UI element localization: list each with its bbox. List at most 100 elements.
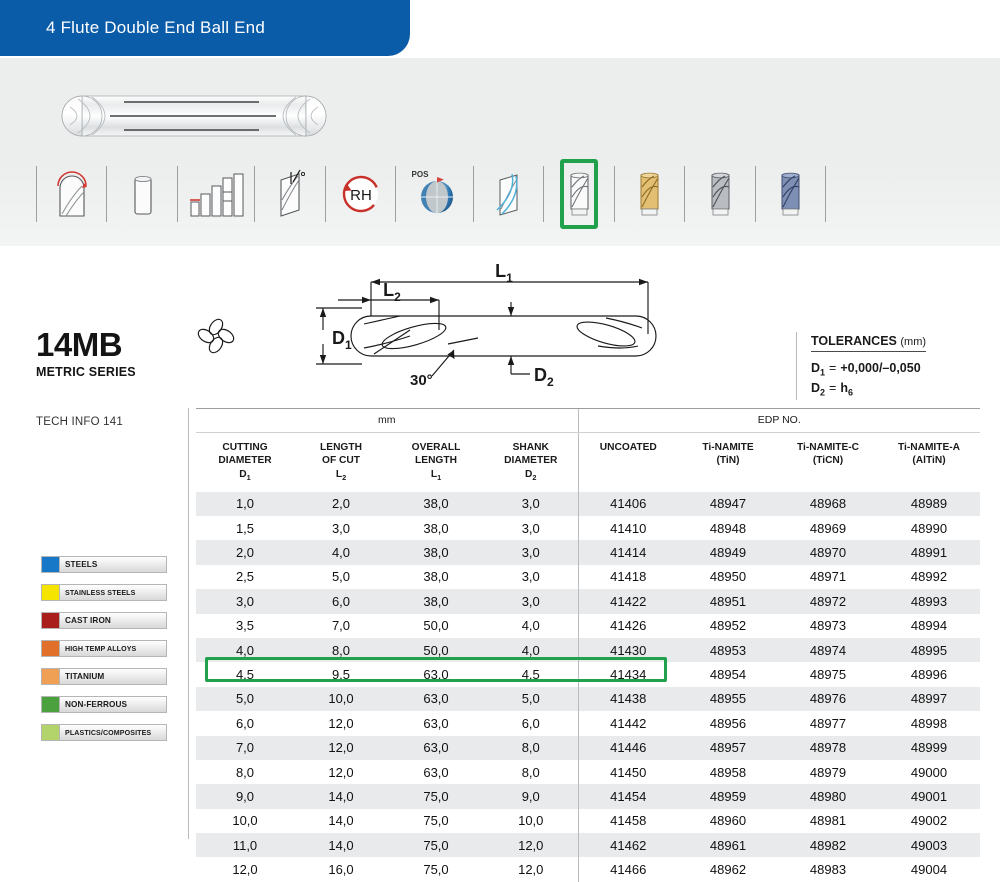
table-cell-uncoated: 41442	[577, 711, 678, 736]
table-cell-tin: 48951	[709, 593, 747, 609]
table-cell-uncoated: 41450	[577, 759, 678, 785]
table-cell-l1: 63,0	[423, 667, 449, 683]
table-cell-l1: 75,0	[423, 789, 449, 804]
ball-nose-end-icon[interactable]	[37, 158, 106, 230]
table-cell-ticn: 48979	[809, 764, 847, 780]
table-row[interactable]: 12,0 16,0 75,0 12,0 41466 48962 48983 49004	[196, 857, 980, 882]
right-hand-rotation-icon[interactable]: RH	[326, 158, 395, 230]
legend-label: TITANIUM	[60, 668, 167, 685]
table-body: 1,0 2,0 38,0 3,0 41406 48947 48968 48989 1,5 3,0 3…	[196, 491, 980, 882]
table-cell-ticn: 48973	[809, 618, 847, 634]
legend-label: PLASTICS/COMPOSITES	[60, 724, 167, 741]
table-row[interactable]: 4,0 8,0 50,0 4,0 41430 48953 48974 48995	[196, 637, 980, 663]
legend-item[interactable]: TITANIUM	[41, 668, 167, 685]
helix-angle-icon[interactable]	[255, 158, 324, 230]
positive-rake-sphere-icon[interactable]: POS	[396, 158, 473, 230]
table-row[interactable]: 1,0 2,0 38,0 3,0 41406 48947 48968 48989	[196, 491, 980, 517]
table-cell-tin: 48952	[709, 618, 747, 634]
table-cell-tin: 48949	[709, 545, 747, 561]
column-header-symbol: D	[239, 468, 247, 480]
coolant-flute-icon[interactable]	[474, 158, 543, 230]
table-cell-l1: 75,0	[423, 837, 449, 853]
ticn-coated-tool-icon[interactable]	[685, 158, 754, 230]
table-row[interactable]: 8,0 12,0 63,0 8,0 41450 48958 48979 49000	[196, 759, 980, 785]
tolerance-d1-symbol: D	[811, 361, 821, 375]
table-row[interactable]: 10,0 14,0 75,0 10,0 41458 48960 48981 49002	[196, 808, 980, 834]
legend-item[interactable]: PLASTICS/COMPOSITES	[41, 724, 167, 741]
step-depth-chart-icon[interactable]	[178, 158, 255, 230]
column-header-symbol-sub: 2	[342, 472, 347, 482]
table-row[interactable]: 7,0 12,0 63,0 8,0 41446 48957 48978 48999	[196, 735, 980, 760]
legend-item[interactable]: STAINLESS STEELS	[41, 584, 167, 601]
column-header: CUTTING DIAMETER D1	[196, 433, 294, 492]
svg-text:L1: L1	[495, 261, 513, 285]
column-header-line2: (AlTiN)	[912, 455, 946, 467]
table-row[interactable]: 2,0 4,0 38,0 3,0 41414 48949 48970 48991	[196, 540, 980, 565]
table-cell-ticn: 48982	[809, 837, 847, 853]
table-cell-tin: 48959	[709, 789, 747, 804]
table-cell-l2: 3,0	[331, 520, 351, 536]
group-header-mm: mm	[196, 408, 578, 433]
table-row[interactable]: 1,5 3,0 38,0 3,0 41410 48948 48969 48990	[196, 516, 980, 541]
tin-coated-tool-icon[interactable]	[615, 158, 684, 230]
straight-shank-icon[interactable]	[107, 158, 176, 230]
table-row[interactable]: 6,0 12,0 63,0 6,0 41442 48956 48977 48998	[196, 711, 980, 736]
table-cell-d1: 9,0	[235, 789, 255, 804]
tech-info-reference[interactable]: TECH INFO 141	[36, 416, 123, 428]
table-cell-altin: 48993	[910, 593, 948, 609]
table-cell-uncoated: 41426	[577, 613, 678, 638]
column-header-line1: Ti-NAMITE-A	[897, 442, 961, 453]
table-cell-l1: 38,0	[423, 545, 449, 561]
table-cell-altin: 49000	[910, 764, 948, 780]
series-code: 14MB	[36, 326, 123, 363]
table-cell-ticn: 48980	[809, 789, 847, 804]
altin-coated-tool-icon[interactable]	[756, 158, 825, 230]
table-cell-ticn: 48977	[809, 715, 847, 731]
table-cell-d2: 4,0	[521, 642, 540, 658]
table-cell-d1: 7,0	[235, 740, 255, 756]
table-cell-d2: 3,0	[521, 496, 540, 512]
series-identifier: 14MB METRIC SERIES	[36, 328, 186, 379]
table-cell-l2: 14,0	[328, 789, 354, 804]
dim-d1-sub: 1	[345, 338, 352, 352]
legend-color-swatch	[41, 668, 60, 685]
column-header-line2: DIAMETER	[218, 455, 272, 467]
legend-item[interactable]: NON-FERROUS	[41, 696, 167, 713]
table-cell-d1: 2,0	[235, 545, 255, 561]
table-cell-altin: 48991	[910, 545, 948, 561]
table-row[interactable]: 9,0 14,0 75,0 9,0 41454 48959 48980 49001	[196, 784, 980, 809]
column-header-line2: (TiCN)	[812, 455, 844, 467]
table-row[interactable]: 11,0 14,0 75,0 12,0 41462 48961 48982 49003	[196, 833, 980, 858]
legend-item[interactable]: STEELS	[41, 556, 167, 573]
table-cell-uncoated: 41406	[577, 491, 678, 517]
series-subtitle: METRIC SERIES	[36, 365, 136, 379]
legend-item[interactable]: HIGH TEMP ALLOYS	[41, 640, 167, 657]
legend-item[interactable]: CAST IRON	[41, 612, 167, 629]
table-cell-d2: 3,0	[521, 520, 540, 536]
table-cell-l2: 12,0	[328, 764, 354, 780]
table-cell-uncoated: 41418	[577, 564, 678, 590]
table-cell-l2: 10,0	[328, 691, 354, 707]
material-legend: STEELS STAINLESS STEELS CAST IRON HIGH TEMP…	[41, 556, 167, 752]
tolerance-d2-symbol: D	[811, 380, 821, 395]
table-cell-tin: 48947	[709, 496, 747, 512]
table-cell-d2: 8,0	[521, 764, 540, 780]
table-cell-uncoated: 41466	[577, 857, 678, 882]
table-cell-altin: 49001	[910, 789, 948, 804]
table-cell-uncoated: 41430	[577, 637, 678, 663]
table-row[interactable]: 2,5 5,0 38,0 3,0 41418 48950 48971 48992	[196, 564, 980, 590]
table-cell-ticn: 48981	[809, 813, 847, 829]
table-cell-uncoated: 41446	[577, 735, 678, 760]
table-cell-altin: 48997	[910, 691, 948, 707]
table-row[interactable]: 5,0 10,0 63,0 5,0 41438 48955 48976 48997	[196, 686, 980, 712]
table-row[interactable]: 3,5 7,0 50,0 4,0 41426 48952 48973 48994	[196, 613, 980, 638]
table-row[interactable]: 3,0 6,0 38,0 3,0 41422 48951 48972 48993	[196, 589, 980, 614]
table-cell-altin: 48996	[910, 667, 948, 683]
table-cell-uncoated: 41438	[577, 686, 678, 712]
dim-l2-sub: 2	[394, 290, 401, 304]
table-cell-l1: 50,0	[423, 642, 449, 658]
tolerances-title-text: TOLERANCES	[811, 334, 897, 348]
table-row[interactable]: 4,5 9,5 63,0 4,5 41434 48954 48975 48996	[196, 662, 980, 687]
uncoated-tool-icon[interactable]	[544, 158, 613, 230]
table-cell-l1: 38,0	[423, 520, 449, 536]
